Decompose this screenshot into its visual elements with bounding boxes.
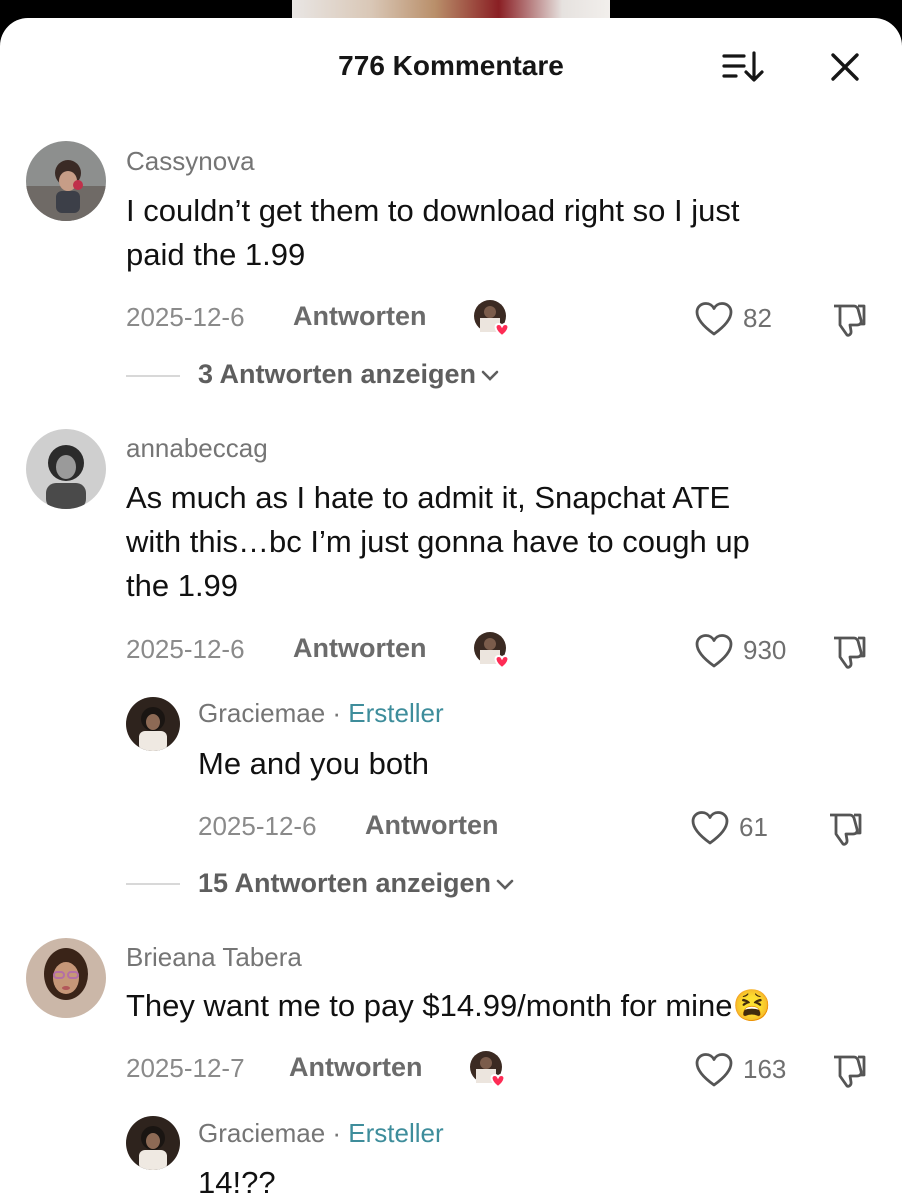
like-button[interactable]	[694, 633, 734, 669]
avatar[interactable]	[26, 141, 106, 221]
avatar[interactable]	[26, 938, 106, 1018]
chevron-down-icon	[496, 879, 514, 890]
separator-dot: ·	[332, 1118, 342, 1148]
comment-text-line: paid the 1.99	[126, 237, 306, 272]
avatar[interactable]	[26, 429, 106, 509]
comment-text: As much as I hate to admit it, Snapchat …	[126, 476, 750, 608]
thumbs-down-icon	[834, 1055, 866, 1088]
comment-text: They want me to pay $14.99/month for min…	[126, 988, 772, 1023]
comment-text-line: As much as I hate to admit it, Snapchat …	[126, 480, 731, 515]
like-count: 163	[743, 1054, 787, 1084]
dislike-button[interactable]	[828, 300, 868, 340]
comment-date: 2025-12-6	[126, 302, 245, 332]
creator-liked-badge	[468, 1049, 508, 1089]
reply-username: Graciemae	[198, 698, 326, 728]
reply-button[interactable]: Antworten	[289, 1052, 422, 1083]
sort-button[interactable]	[720, 48, 766, 88]
comments-header: 776 Kommentare	[0, 18, 902, 114]
comment-username[interactable]: Graciemae · Ersteller	[198, 698, 444, 729]
view-replies-label: 3 Antworten anzeigen	[198, 359, 477, 389]
dislike-button[interactable]	[828, 632, 868, 672]
liked-by-creator-icon	[474, 632, 510, 670]
thumbs-down-icon	[830, 813, 862, 846]
comment-username[interactable]: annabeccag	[126, 433, 268, 464]
divider	[126, 375, 180, 377]
reply-button[interactable]: Antworten	[293, 301, 426, 332]
liked-by-creator-icon	[470, 1051, 506, 1089]
comment-text-line: the 1.99	[126, 568, 239, 603]
like-button[interactable]	[690, 810, 730, 846]
like-count: 930	[743, 635, 787, 665]
heart-icon	[695, 634, 733, 668]
like-count: 82	[743, 303, 772, 333]
comment-text-line: I couldn’t get them to download right so…	[126, 193, 740, 228]
reply-username: Graciemae	[198, 1118, 326, 1148]
comment-text: Me and you both	[198, 746, 429, 781]
view-replies-button[interactable]: 3 Antworten anzeigen	[198, 359, 500, 390]
comment-text: I couldn’t get them to download right so…	[126, 189, 739, 277]
creator-badge: Ersteller	[348, 1118, 444, 1148]
dislike-button[interactable]	[828, 1051, 868, 1091]
comment-username[interactable]: Brieana Tabera	[126, 942, 302, 973]
thumbs-down-icon	[834, 304, 866, 337]
heart-icon	[691, 811, 729, 845]
comment-date: 2025-12-6	[198, 811, 317, 841]
avatar[interactable]	[126, 697, 180, 751]
creator-liked-badge	[472, 298, 512, 338]
comment-username[interactable]: Graciemae · Ersteller	[198, 1118, 444, 1149]
chevron-down-icon	[481, 370, 499, 381]
sort-icon	[722, 51, 764, 82]
creator-badge: Ersteller	[348, 698, 444, 728]
reply-button[interactable]: Antworten	[293, 633, 426, 664]
divider	[126, 883, 180, 885]
dislike-button[interactable]	[824, 809, 864, 849]
close-icon	[831, 53, 859, 81]
thumbs-down-icon	[834, 636, 866, 669]
comment-text: 14!??	[198, 1165, 276, 1200]
view-replies-button[interactable]: 15 Antworten anzeigen	[198, 868, 515, 899]
comment-date: 2025-12-7	[126, 1053, 245, 1083]
comments-count-title: 776 Kommentare	[338, 50, 564, 81]
like-button[interactable]	[694, 301, 734, 337]
reply-button[interactable]: Antworten	[365, 810, 498, 841]
comments-sheet: 776 Kommentare Cassynova I couldn’t get …	[0, 18, 902, 1200]
comment-date: 2025-12-6	[126, 634, 245, 664]
comment-username[interactable]: Cassynova	[126, 146, 255, 177]
creator-liked-badge	[472, 630, 512, 670]
liked-by-creator-icon	[474, 300, 510, 338]
avatar[interactable]	[126, 1116, 180, 1170]
like-button[interactable]	[694, 1052, 734, 1088]
heart-icon	[695, 302, 733, 336]
separator-dot: ·	[332, 698, 342, 728]
view-replies-label: 15 Antworten anzeigen	[198, 868, 492, 898]
comment-text-line: with this…bc I’m just gonna have to coug…	[126, 524, 750, 559]
close-button[interactable]	[822, 44, 868, 90]
heart-icon	[695, 1053, 733, 1087]
like-count: 61	[739, 812, 768, 842]
